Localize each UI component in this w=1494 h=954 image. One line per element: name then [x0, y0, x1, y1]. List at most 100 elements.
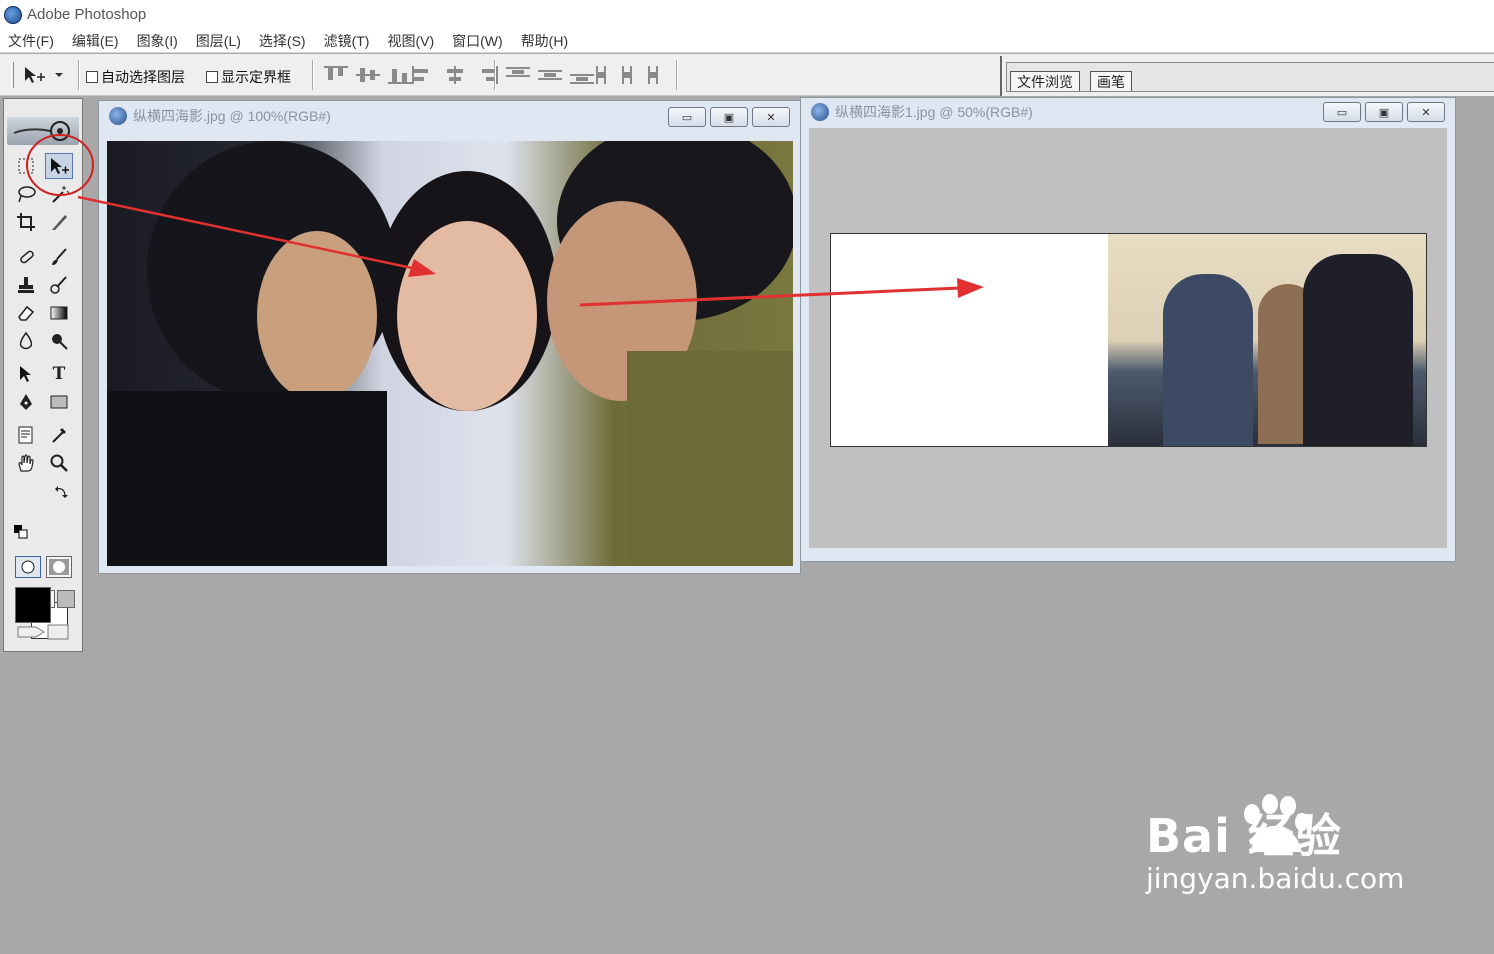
tab-brushes[interactable]: 画笔: [1090, 71, 1132, 91]
gradient-tool-icon[interactable]: [45, 300, 73, 326]
palette-well: 文件浏览 画笔: [1000, 56, 1494, 96]
distribute-bottom-icon[interactable]: [570, 66, 596, 84]
checkbox-box[interactable]: [206, 71, 218, 83]
distribute-right-icon[interactable]: [642, 66, 660, 84]
menu-image[interactable]: 图象(I): [137, 31, 178, 51]
clone-stamp-tool-icon[interactable]: [12, 272, 40, 298]
foreground-color-swatch[interactable]: [15, 587, 51, 623]
minimize-button[interactable]: ▭: [1323, 102, 1361, 122]
close-button[interactable]: ✕: [1407, 102, 1445, 122]
show-bounding-box-label: 显示定界框: [221, 69, 291, 85]
close-button[interactable]: ✕: [752, 107, 790, 127]
move-tool-icon: [25, 67, 45, 83]
show-bounding-box-checkbox[interactable]: 显示定界框: [206, 67, 291, 87]
document-2-title: 纵横四海影1.jpg @ 50%(RGB#): [835, 104, 1033, 120]
tab-file-browser[interactable]: 文件浏览: [1010, 71, 1080, 91]
watermark-url: jingyan.baidu.com: [1146, 862, 1405, 895]
toolbox-header-logo[interactable]: [7, 117, 79, 145]
document-window-2[interactable]: 纵横四海影1.jpg @ 50%(RGB#) ▭ ▣ ✕: [800, 97, 1456, 562]
eyedropper-tool-icon[interactable]: [45, 422, 73, 448]
menu-help[interactable]: 帮助(H): [521, 31, 568, 51]
align-group-1: [324, 66, 414, 84]
marquee-tool-icon[interactable]: [12, 153, 40, 179]
document-2-photo[interactable]: [1108, 234, 1426, 446]
brush-tool-icon[interactable]: [45, 244, 73, 270]
align-hcenter-icon[interactable]: [442, 66, 468, 84]
app-title: Adobe Photoshop: [27, 6, 147, 23]
type-tool-icon[interactable]: T: [45, 361, 73, 387]
menu-edit[interactable]: 编辑(E): [72, 31, 119, 51]
menu-select[interactable]: 选择(S): [259, 31, 306, 51]
separator: [312, 60, 314, 90]
rectangle-tool-icon[interactable]: [45, 389, 73, 415]
document-1-photo[interactable]: [107, 141, 793, 566]
separator: [78, 60, 80, 90]
restore-button[interactable]: ▣: [710, 107, 748, 127]
tool-preset-picker[interactable]: [22, 64, 72, 86]
document-icon: [109, 107, 127, 125]
magic-wand-tool-icon[interactable]: [45, 181, 73, 207]
menu-window[interactable]: 窗口(W): [452, 31, 503, 51]
standard-mode-icon[interactable]: [15, 556, 41, 578]
separator: [494, 60, 496, 90]
document-2-pasteboard[interactable]: [809, 128, 1447, 548]
auto-select-layer-label: 自动选择图层: [101, 69, 185, 85]
hand-tool-icon[interactable]: [12, 450, 40, 476]
healing-brush-tool-icon[interactable]: [12, 244, 40, 270]
document-1-title: 纵横四海影.jpg @ 100%(RGB#): [133, 108, 331, 124]
menu-bar: 文件(F) 编辑(E) 图象(I) 图层(L) 选择(S) 滤镜(T) 视图(V…: [0, 29, 1494, 53]
figure-left: [1163, 274, 1253, 446]
sweater-left: [107, 391, 387, 566]
full-screen-mode-icon[interactable]: [57, 590, 75, 608]
checkbox-box[interactable]: [86, 71, 98, 83]
slice-tool-icon[interactable]: [45, 209, 73, 235]
distribute-hcenter-icon[interactable]: [618, 66, 636, 84]
document-icon: [811, 103, 829, 121]
path-selection-tool-icon[interactable]: [12, 361, 40, 387]
auto-select-layer-checkbox[interactable]: 自动选择图层: [86, 67, 185, 87]
distribute-top-icon[interactable]: [506, 66, 532, 84]
default-colors-icon[interactable]: [14, 525, 28, 539]
swap-colors-icon[interactable]: [54, 485, 68, 499]
lasso-tool-icon[interactable]: [12, 181, 40, 207]
options-bar-grip[interactable]: [11, 62, 14, 88]
distribute-left-icon[interactable]: [594, 66, 612, 84]
eraser-tool-icon[interactable]: [12, 300, 40, 326]
align-group-2: [410, 66, 500, 84]
paw-icon: [1244, 794, 1309, 852]
minimize-button[interactable]: ▭: [668, 107, 706, 127]
menu-layer[interactable]: 图层(L): [196, 31, 241, 51]
distribute-vcenter-icon[interactable]: [538, 66, 564, 84]
align-vcenter-icon[interactable]: [356, 66, 382, 84]
photoshop-app-icon: [4, 5, 22, 24]
document-2-window-buttons: ▭ ▣ ✕: [1323, 102, 1445, 122]
document-window-1[interactable]: 纵横四海影.jpg @ 100%(RGB#) ▭ ▣ ✕: [98, 100, 801, 574]
notes-tool-icon[interactable]: [12, 422, 40, 448]
menu-filter[interactable]: 滤镜(T): [324, 31, 370, 51]
move-tool-icon[interactable]: [45, 153, 73, 179]
document-2-canvas[interactable]: [830, 233, 1427, 447]
title-bar: Adobe Photoshop: [0, 0, 1494, 29]
crop-tool-icon[interactable]: [12, 209, 40, 235]
zoom-tool-icon[interactable]: [45, 450, 73, 476]
menu-view[interactable]: 视图(V): [387, 31, 434, 51]
menu-file[interactable]: 文件(F): [8, 31, 54, 51]
document-1-window-buttons: ▭ ▣ ✕: [668, 107, 790, 127]
align-left-icon[interactable]: [410, 66, 436, 84]
quick-mask-mode-icon[interactable]: [46, 556, 72, 578]
jump-to-imageready-icon[interactable]: [14, 621, 74, 643]
blur-tool-icon[interactable]: [12, 328, 40, 354]
align-top-icon[interactable]: [324, 66, 350, 84]
distribute-group-1: [506, 66, 596, 84]
restore-button[interactable]: ▣: [1365, 102, 1403, 122]
separator: [676, 60, 678, 90]
figure-right: [1303, 254, 1413, 446]
face-left: [257, 231, 377, 401]
pen-tool-icon[interactable]: [12, 389, 40, 415]
toolbox: T: [3, 98, 83, 652]
chevron-down-icon: [55, 73, 63, 77]
align-right-icon[interactable]: [474, 66, 500, 84]
history-brush-tool-icon[interactable]: [45, 272, 73, 298]
dodge-tool-icon[interactable]: [45, 328, 73, 354]
adobe-eye-icon: [13, 121, 70, 141]
